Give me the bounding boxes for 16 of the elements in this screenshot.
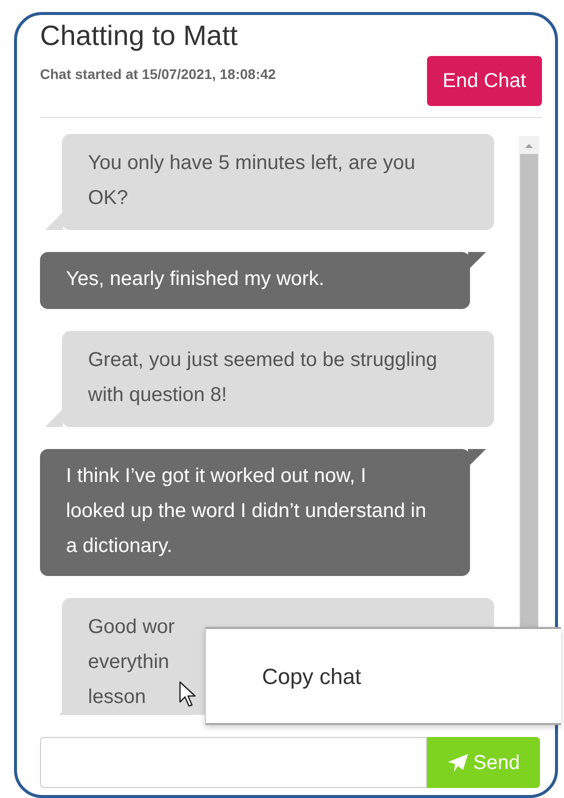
bubble-tail <box>468 252 486 270</box>
end-chat-button[interactable]: End Chat <box>426 56 542 106</box>
paper-plane-icon <box>447 752 470 772</box>
bubble-tail <box>45 409 63 427</box>
chat-start-time: Chat started at 15/07/2021, 18:08:42 <box>40 64 276 84</box>
bubble-tail <box>468 449 486 467</box>
copy-chat-menu-item[interactable]: Copy chat <box>262 660 362 692</box>
chat-title: Chatting to Matt <box>40 21 239 52</box>
sent-message-bubble: Yes, nearly finished my work. <box>40 252 470 309</box>
mouse-cursor-icon <box>179 681 197 708</box>
sent-message-bubble: I think I’ve got it worked out now, I looked up the word I didn’t understand in a dictionary. <box>40 449 470 576</box>
message-input[interactable] <box>40 737 427 788</box>
received-message-bubble: You only have 5 minutes left, are you OK? <box>62 134 494 230</box>
received-message-bubble: Great, you just seemed to be struggling with question 8! <box>62 331 494 427</box>
scroll-up-icon[interactable] <box>524 142 534 150</box>
bubble-tail <box>45 212 63 230</box>
